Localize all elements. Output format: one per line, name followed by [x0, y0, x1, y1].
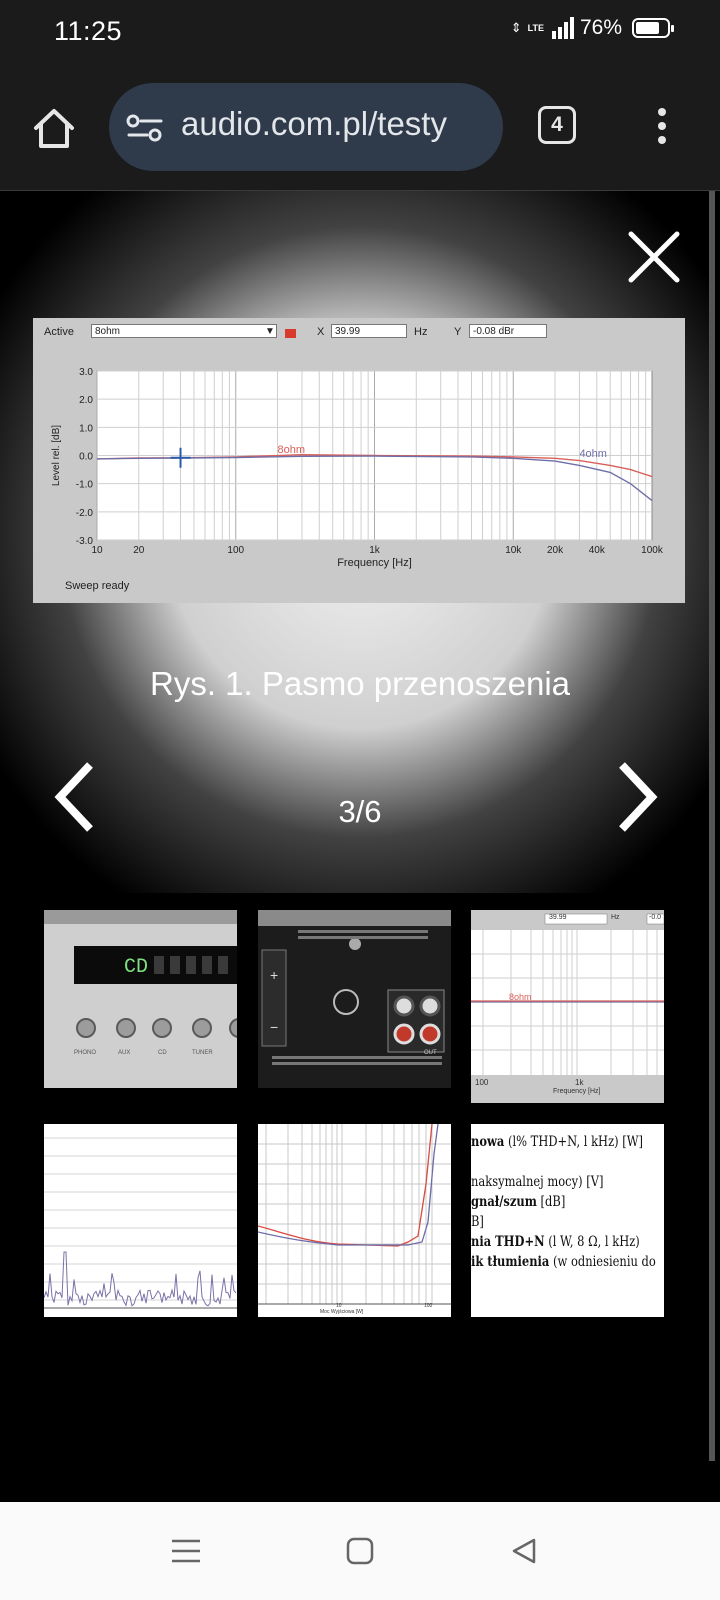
xlabel-thd: Moc Wyjściowa [W] — [320, 1309, 364, 1315]
spec-line: ik tłumienia (w odniesieniu do — [471, 1254, 656, 1270]
network-type: LTE — [527, 22, 544, 33]
xlabel-crop: Frequency [Hz] — [553, 1088, 601, 1095]
back-icon[interactable] — [510, 1537, 538, 1565]
y-tick-label: 0.0 — [79, 452, 93, 463]
y-tick-label: 2.0 — [79, 395, 93, 406]
scrollbar[interactable] — [709, 191, 715, 1461]
status-indicators: ⇕ LTE 76% — [510, 16, 674, 40]
thumbnail-3[interactable]: 39.99 Hz -0.0 8ohm 100 1k Frequency [Hz] — [471, 910, 664, 1103]
close-icon[interactable] — [626, 229, 682, 285]
chart-crop-image — [471, 910, 664, 1103]
amplifier-front-image: CD — [44, 910, 237, 1088]
y-tick-label: -2.0 — [76, 508, 94, 519]
input-label-phono: PHONO — [74, 1050, 97, 1056]
y-axis-label: Level rel. [dB] — [51, 425, 62, 486]
status-time: 11:25 — [54, 16, 123, 46]
series-label-8ohm: 8ohm — [278, 444, 306, 456]
x-tick-label: 100k — [641, 545, 664, 556]
y-value-crop: -0.0 — [649, 914, 662, 921]
series-label-4ohm: 4ohm — [579, 448, 607, 460]
x-tick-thd-2: 100 — [424, 1303, 433, 1309]
svg-text:CD: CD — [124, 956, 148, 979]
out-label: OUT — [424, 1050, 437, 1056]
thumbnail-grid: CD PHONO AUX CD TUNER + − OUT 39.99 Hz -… — [0, 893, 710, 1493]
recents-icon[interactable] — [172, 1537, 200, 1565]
spec-line: nia THD+N (l W, 8 Ω, l kHz) — [471, 1234, 640, 1250]
thumbnail-1[interactable]: CD PHONO AUX CD TUNER — [44, 910, 237, 1088]
spec-line: gnał/szum [dB] — [471, 1194, 566, 1210]
input-label-cd: CD — [158, 1050, 167, 1056]
spec-line: B] — [471, 1214, 484, 1230]
thumbnail-2[interactable]: + − OUT — [258, 910, 451, 1088]
signal-icon — [551, 17, 574, 39]
thumbnail-6[interactable]: nowa (l% THD+N, l kHz) [W] naksymalnej mo… — [471, 1124, 664, 1317]
spec-line — [471, 1152, 629, 1172]
series-label-crop: 8ohm — [509, 992, 532, 1002]
spec-text: nowa (l% THD+N, l kHz) [W] naksymalnej mo… — [471, 1132, 656, 1272]
input-label-aux: AUX — [118, 1050, 131, 1056]
y-tick-label: 3.0 — [79, 367, 93, 378]
url-text[interactable]: audio.com.pl/testy — [181, 105, 447, 143]
spectrum-image — [44, 1124, 237, 1317]
x-tick-label: 40k — [589, 545, 606, 556]
amplifier-rear-image: + − — [258, 910, 451, 1088]
x-value-crop: 39.99 — [549, 914, 567, 921]
battery-percent: 76% — [579, 16, 622, 39]
thumbnail-4[interactable] — [44, 1124, 237, 1317]
home-icon[interactable] — [30, 104, 78, 152]
frequency-response-figure: Active 8ohm ▼ X 39.99 Hz Y -0.08 dBr 8oh… — [33, 318, 685, 603]
frequency-chart: 8ohm 4ohm3.02.01.00.0-1.0-2.0-3.010 20 100 1… — [51, 367, 664, 569]
x-tick-crop-1: 100 — [475, 1078, 489, 1087]
x-tick-label: 1k — [369, 545, 381, 556]
y-tick-label: -1.0 — [76, 480, 94, 491]
tab-switcher-button[interactable]: 4 — [538, 106, 576, 144]
x-tick-label: 20 — [133, 545, 145, 556]
input-label-tuner: TUNER — [192, 1050, 213, 1056]
status-bar: 11:25 ⇕ LTE 76% — [0, 0, 720, 64]
x-tick-label: 100 — [227, 545, 244, 556]
address-bar[interactable]: audio.com.pl/testy — [109, 83, 503, 171]
more-menu-icon[interactable] — [650, 104, 674, 148]
x-tick-label: 10 — [91, 545, 103, 556]
image-caption: Rys. 1. Pasmo przenoszenia — [149, 665, 571, 702]
browser-toolbar: audio.com.pl/testy 4 — [0, 64, 720, 191]
thumbnail-5[interactable]: 10 100 Moc Wyjściowa [W] — [258, 1124, 451, 1317]
svg-text:+: + — [270, 967, 278, 983]
home-nav-icon[interactable] — [346, 1537, 374, 1565]
x-unit-crop: Hz — [611, 914, 620, 921]
image-viewer: Active 8ohm ▼ X 39.99 Hz Y -0.08 dBr 8oh… — [0, 191, 710, 893]
x-tick-label: 20k — [547, 545, 564, 556]
next-arrow-icon[interactable] — [612, 759, 662, 835]
battery-icon — [632, 18, 674, 38]
spec-line: nowa (l% THD+N, l kHz) [W] — [471, 1134, 644, 1150]
spec-line: naksymalnej mocy) [V] — [471, 1174, 604, 1190]
sweep-status: Sweep ready — [65, 580, 130, 592]
system-navigation-bar — [0, 1502, 720, 1600]
svg-text:−: − — [270, 1019, 278, 1035]
site-settings-icon[interactable] — [125, 113, 165, 143]
image-counter: 3/6 — [338, 794, 382, 829]
x-tick-crop-2: 1k — [575, 1078, 584, 1087]
x-tick-label: 10k — [505, 545, 522, 556]
y-tick-label: 1.0 — [79, 423, 93, 434]
x-axis-label: Frequency [Hz] — [337, 557, 412, 569]
thd-chart-image — [258, 1124, 451, 1317]
data-arrows-icon: ⇕ — [510, 20, 522, 35]
